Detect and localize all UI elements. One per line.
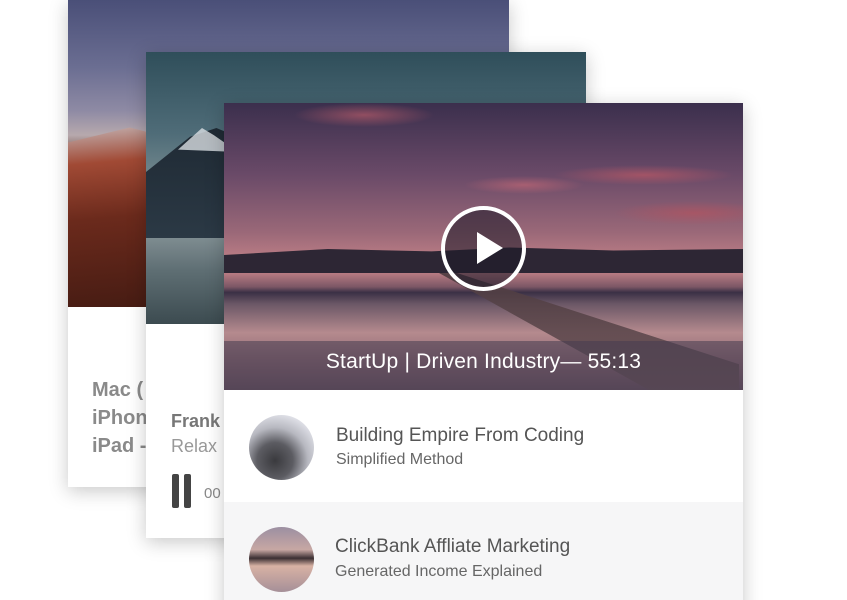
middle-card-time: 00 [204, 485, 221, 502]
back-card-title: Mac ( iPhon iPad - [92, 376, 148, 460]
playlist-item[interactable]: ClickBank Affliate Marketing Generated I… [224, 502, 743, 600]
back-card-title-line: iPad - [92, 435, 147, 457]
middle-card-subtitle: Relax [171, 436, 218, 456]
play-icon [477, 232, 503, 264]
video-caption: StartUp | Driven Industry— 55:13 [325, 350, 642, 373]
play-button[interactable] [441, 206, 526, 291]
back-card-title-line: Mac ( [92, 379, 144, 401]
playlist-thumbnail [249, 415, 314, 480]
middle-card-title: Frank [171, 411, 221, 431]
playlist-item-title: ClickBank Affliate Marketing [335, 536, 571, 557]
front-card-image: StartUp | Driven Industry— 55:13 [224, 103, 743, 390]
playlist-item-title: Building Empire From Coding [336, 425, 585, 446]
playlist-thumbnail [249, 527, 314, 592]
playlist-item-subtitle: Simplified Method [336, 451, 464, 468]
back-card-title-line: iPhon [92, 407, 148, 429]
playlist-item[interactable]: Building Empire From Coding Simplified M… [224, 390, 743, 501]
front-media-card: StartUp | Driven Industry— 55:13 Buildin… [224, 103, 743, 600]
pause-icon[interactable] [172, 474, 192, 508]
playlist-item-subtitle: Generated Income Explained [335, 563, 543, 580]
